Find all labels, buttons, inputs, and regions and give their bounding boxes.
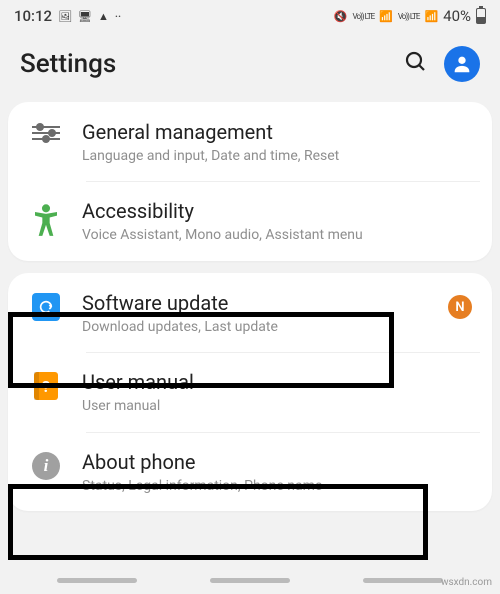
navigation-bar	[0, 570, 500, 594]
status-time: 10:12	[14, 7, 52, 25]
signal-1-icon: 📶	[379, 10, 393, 23]
about-phone-icon: i	[24, 450, 68, 480]
battery-icon	[476, 8, 486, 24]
display-icon: 🖥	[78, 10, 92, 23]
account-avatar[interactable]	[444, 46, 480, 82]
item-subtitle: Voice Assistant, Mono audio, Assistant m…	[82, 226, 476, 244]
accessibility-icon	[24, 199, 68, 245]
watermark: wsxdn.com	[441, 577, 492, 588]
general-management-icon	[24, 120, 68, 144]
item-title: General management	[82, 120, 476, 144]
app-header: Settings	[0, 28, 500, 98]
battery-percent: 40%	[443, 7, 471, 25]
image-icon: 🖼	[58, 10, 72, 23]
volte-1: Vo)) LTE	[353, 12, 375, 21]
item-about-phone[interactable]: i About phone Status, Legal information,…	[8, 432, 492, 511]
settings-card-1: General management Language and input, D…	[8, 102, 492, 261]
software-update-icon	[24, 291, 68, 321]
item-subtitle: Status, Legal information, Phone name	[82, 477, 476, 495]
more-icon: ··	[115, 10, 121, 23]
settings-card-2: Software update Download updates, Last u…	[8, 273, 492, 511]
item-title: About phone	[82, 450, 476, 474]
page-title: Settings	[20, 49, 404, 79]
search-icon[interactable]	[404, 50, 428, 78]
signal-2-icon: 📶	[424, 10, 438, 23]
item-title: Software update	[82, 291, 448, 315]
item-general-management[interactable]: General management Language and input, D…	[8, 102, 492, 181]
item-subtitle: Download updates, Last update	[82, 318, 448, 336]
item-user-manual[interactable]: ? User manual User manual	[8, 352, 492, 431]
item-subtitle: User manual	[82, 397, 476, 415]
item-software-update[interactable]: Software update Download updates, Last u…	[8, 273, 492, 352]
item-accessibility[interactable]: Accessibility Voice Assistant, Mono audi…	[8, 181, 492, 261]
notification-badge: N	[448, 295, 472, 319]
mute-icon: 🔇	[334, 10, 348, 23]
nav-home[interactable]	[210, 578, 290, 583]
item-subtitle: Language and input, Date and time, Reset	[82, 147, 476, 165]
nav-back[interactable]	[363, 578, 443, 583]
warning-icon: ▲	[98, 10, 109, 23]
status-bar: 10:12 🖼 🖥 ▲ ·· 🔇 Vo)) LTE 📶 Vo)) LTE 📶 4…	[0, 0, 500, 28]
user-manual-icon: ?	[24, 370, 68, 400]
item-title: Accessibility	[82, 199, 476, 223]
volte-2: Vo)) LTE	[398, 12, 420, 21]
nav-recent[interactable]	[57, 578, 137, 583]
item-title: User manual	[82, 370, 476, 394]
